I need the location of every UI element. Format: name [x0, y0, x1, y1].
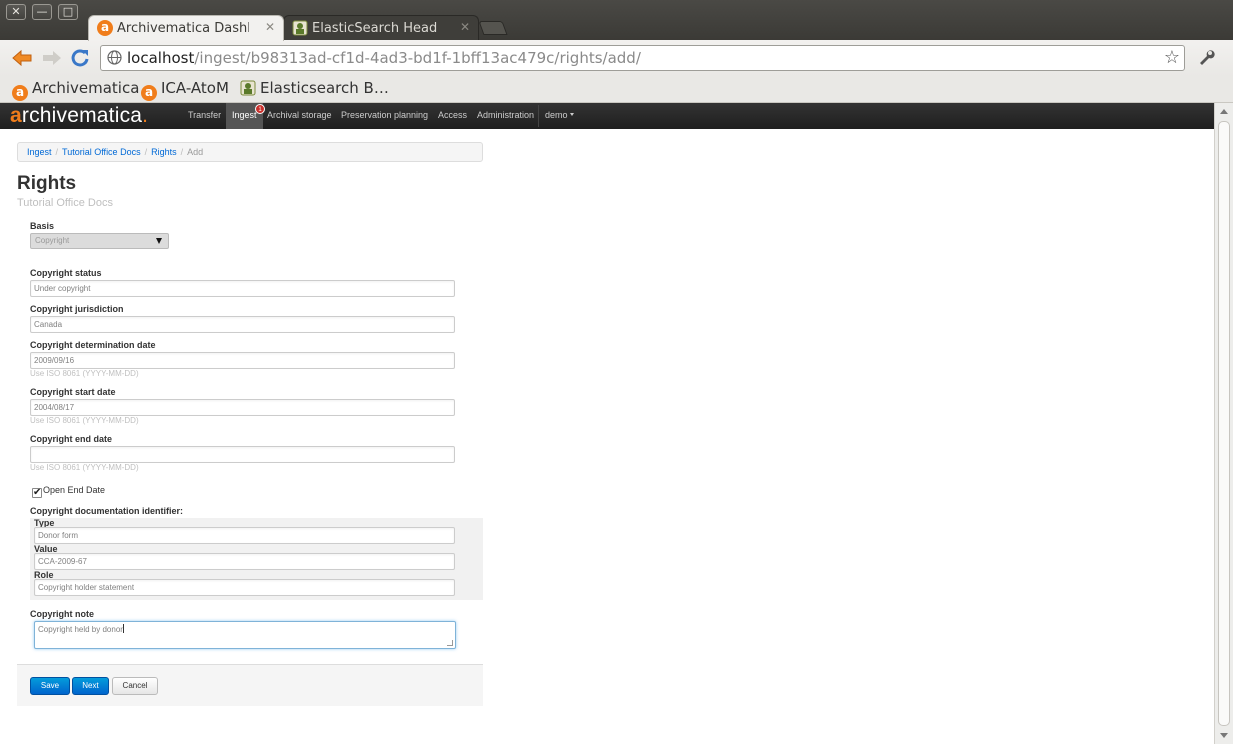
archivematica-logo[interactable]: archivematica. — [10, 104, 148, 128]
elasticsearch-favicon-icon — [292, 20, 308, 36]
new-tab-button[interactable] — [478, 21, 508, 35]
checkmark-icon: ✔ — [33, 487, 42, 498]
page-subtitle: Tutorial Office Docs — [17, 197, 113, 209]
bookmark-elasticsearch[interactable]: Elasticsearch B… — [240, 79, 389, 100]
breadcrumb-separator: / — [55, 147, 59, 157]
breadcrumb-separator: / — [180, 147, 184, 157]
tab-close-icon[interactable]: ✕ — [265, 20, 275, 34]
copyright-status-input[interactable]: Under copyright — [30, 280, 455, 297]
copyright-status-label: Copyright status — [30, 268, 102, 278]
tab-title: Archivematica Dashboard — [117, 21, 249, 36]
bookmark-label: Archivematica — [32, 79, 140, 97]
breadcrumb: Ingest / Tutorial Office Docs / Rights / Add — [17, 142, 483, 162]
copyright-note-label: Copyright note — [30, 609, 94, 619]
start-date-hint: Use ISO 8061 (YYYY-MM-DD) — [30, 416, 139, 425]
reload-icon[interactable] — [70, 48, 90, 71]
determination-date-hint: Use ISO 8061 (YYYY-MM-DD) — [30, 369, 139, 378]
address-bar[interactable]: localhost/ingest/b98313ad-cf1d-4ad3-bd1f… — [100, 45, 1185, 71]
globe-icon — [107, 50, 122, 69]
copyright-note-text: Copyright held by donor — [38, 625, 123, 634]
dropdown-arrow-icon — [156, 238, 162, 244]
vertical-scrollbar[interactable] — [1214, 103, 1233, 744]
nav-archival-storage[interactable]: Archival storage — [261, 103, 338, 129]
archivematica-icon: a — [12, 85, 28, 101]
copyright-jurisdiction-label: Copyright jurisdiction — [30, 304, 124, 314]
nav-preservation-planning[interactable]: Preservation planning — [335, 103, 434, 129]
copyright-start-date-label: Copyright start date — [30, 387, 116, 397]
tab-close-icon[interactable]: ✕ — [460, 20, 470, 34]
archivematica-icon: a — [141, 85, 157, 101]
wrench-icon[interactable] — [1197, 48, 1215, 70]
user-menu[interactable]: demo — [539, 103, 580, 129]
copyright-start-date-input[interactable]: 2004/08/17 — [30, 399, 455, 416]
basis-label: Basis — [30, 221, 55, 231]
doc-role-input[interactable]: Copyright holder statement — [34, 579, 455, 596]
copyright-end-date-label: Copyright end date — [30, 434, 113, 444]
breadcrumb-sip[interactable]: Tutorial Office Docs — [62, 147, 141, 157]
text-cursor — [122, 624, 124, 633]
next-button[interactable]: Next — [72, 677, 109, 695]
logo-a: a — [10, 104, 22, 127]
maximize-window-button[interactable]: □ — [58, 4, 78, 20]
copyright-determination-date-input[interactable]: 2009/09/16 — [30, 352, 455, 369]
copyright-note-textarea[interactable]: Copyright held by donor — [34, 621, 456, 649]
breadcrumb-separator: / — [144, 147, 148, 157]
open-end-date-label: Open End Date — [43, 485, 106, 495]
tab-elasticsearch-head[interactable]: ElasticSearch Head ✕ — [283, 15, 479, 41]
doc-identifier-label: Copyright documentation identifier: — [30, 506, 183, 516]
caret-down-icon — [569, 113, 574, 116]
copyright-determination-date-label: Copyright determination date — [30, 340, 156, 350]
breadcrumb-current: Add — [187, 147, 204, 157]
elasticsearch-icon — [240, 80, 256, 100]
nav-transfer[interactable]: Transfer — [182, 103, 227, 129]
nav-administration[interactable]: Administration — [471, 103, 540, 129]
user-name: demo — [545, 110, 568, 120]
tab-title: ElasticSearch Head — [312, 21, 438, 36]
copyright-jurisdiction-input[interactable]: Canada — [30, 316, 455, 333]
scrollbar-thumb[interactable] — [1218, 121, 1230, 726]
forward-arrow-icon[interactable] — [41, 48, 63, 71]
doc-type-input[interactable]: Donor form — [34, 527, 455, 544]
back-arrow-icon[interactable] — [11, 48, 33, 71]
end-date-hint: Use ISO 8061 (YYYY-MM-DD) — [30, 463, 139, 472]
logo-dot: . — [142, 104, 149, 127]
bookmarks-bar: a Archivematica a ICA-AtoM Elasticsearch B… — [0, 76, 1233, 103]
app-navbar: archivematica. Transfer Ingest 1 Archiva… — [0, 103, 1214, 129]
browser-toolbar: localhost/ingest/b98313ad-cf1d-4ad3-bd1f… — [0, 40, 1233, 76]
basis-select[interactable]: Copyright — [30, 233, 169, 249]
bookmark-ica-atom[interactable]: a ICA-AtoM — [141, 79, 229, 101]
bookmark-label: Elasticsearch B… — [260, 79, 389, 97]
form-actions: Save Next Cancel — [17, 664, 483, 706]
window-titlebar: ✕ — □ a Archivematica Dashboard ✕ Elasti… — [0, 0, 1233, 41]
doc-identifier-group: Type Donor form Value CCA-2009-67 Role C… — [30, 518, 483, 600]
archivematica-favicon-icon: a — [97, 20, 113, 36]
tab-archivematica-dashboard[interactable]: a Archivematica Dashboard ✕ — [88, 15, 284, 41]
basis-selected-value: Copyright — [35, 236, 70, 245]
open-end-date-checkbox[interactable]: ✔ — [32, 488, 42, 498]
breadcrumb-rights[interactable]: Rights — [151, 147, 177, 157]
url-path: /ingest/b98313ad-cf1d-4ad3-bd1f-1bff13ac… — [194, 49, 641, 67]
logo-text: rchivematica — [21, 104, 143, 127]
url-host: localhost — [127, 49, 195, 67]
bookmark-star-icon[interactable]: ☆ — [1164, 47, 1180, 68]
close-window-button[interactable]: ✕ — [6, 4, 26, 20]
minimize-window-button[interactable]: — — [32, 4, 52, 20]
cancel-button[interactable]: Cancel — [112, 677, 158, 695]
page-title: Rights — [17, 173, 77, 194]
scroll-down-arrow-icon[interactable] — [1220, 733, 1228, 738]
scroll-up-arrow-icon[interactable] — [1220, 109, 1228, 114]
page-viewport: archivematica. Transfer Ingest 1 Archiva… — [0, 103, 1233, 744]
breadcrumb-ingest[interactable]: Ingest — [27, 147, 52, 157]
copyright-end-date-input[interactable] — [30, 446, 455, 463]
nav-access[interactable]: Access — [432, 103, 473, 129]
doc-value-input[interactable]: CCA-2009-67 — [34, 553, 455, 570]
url-text: localhost/ingest/b98313ad-cf1d-4ad3-bd1f… — [127, 49, 641, 67]
bookmark-label: ICA-AtoM — [161, 79, 229, 97]
resize-handle-icon[interactable] — [447, 640, 453, 646]
bookmark-archivematica[interactable]: a Archivematica — [12, 79, 139, 101]
save-button[interactable]: Save — [30, 677, 70, 695]
